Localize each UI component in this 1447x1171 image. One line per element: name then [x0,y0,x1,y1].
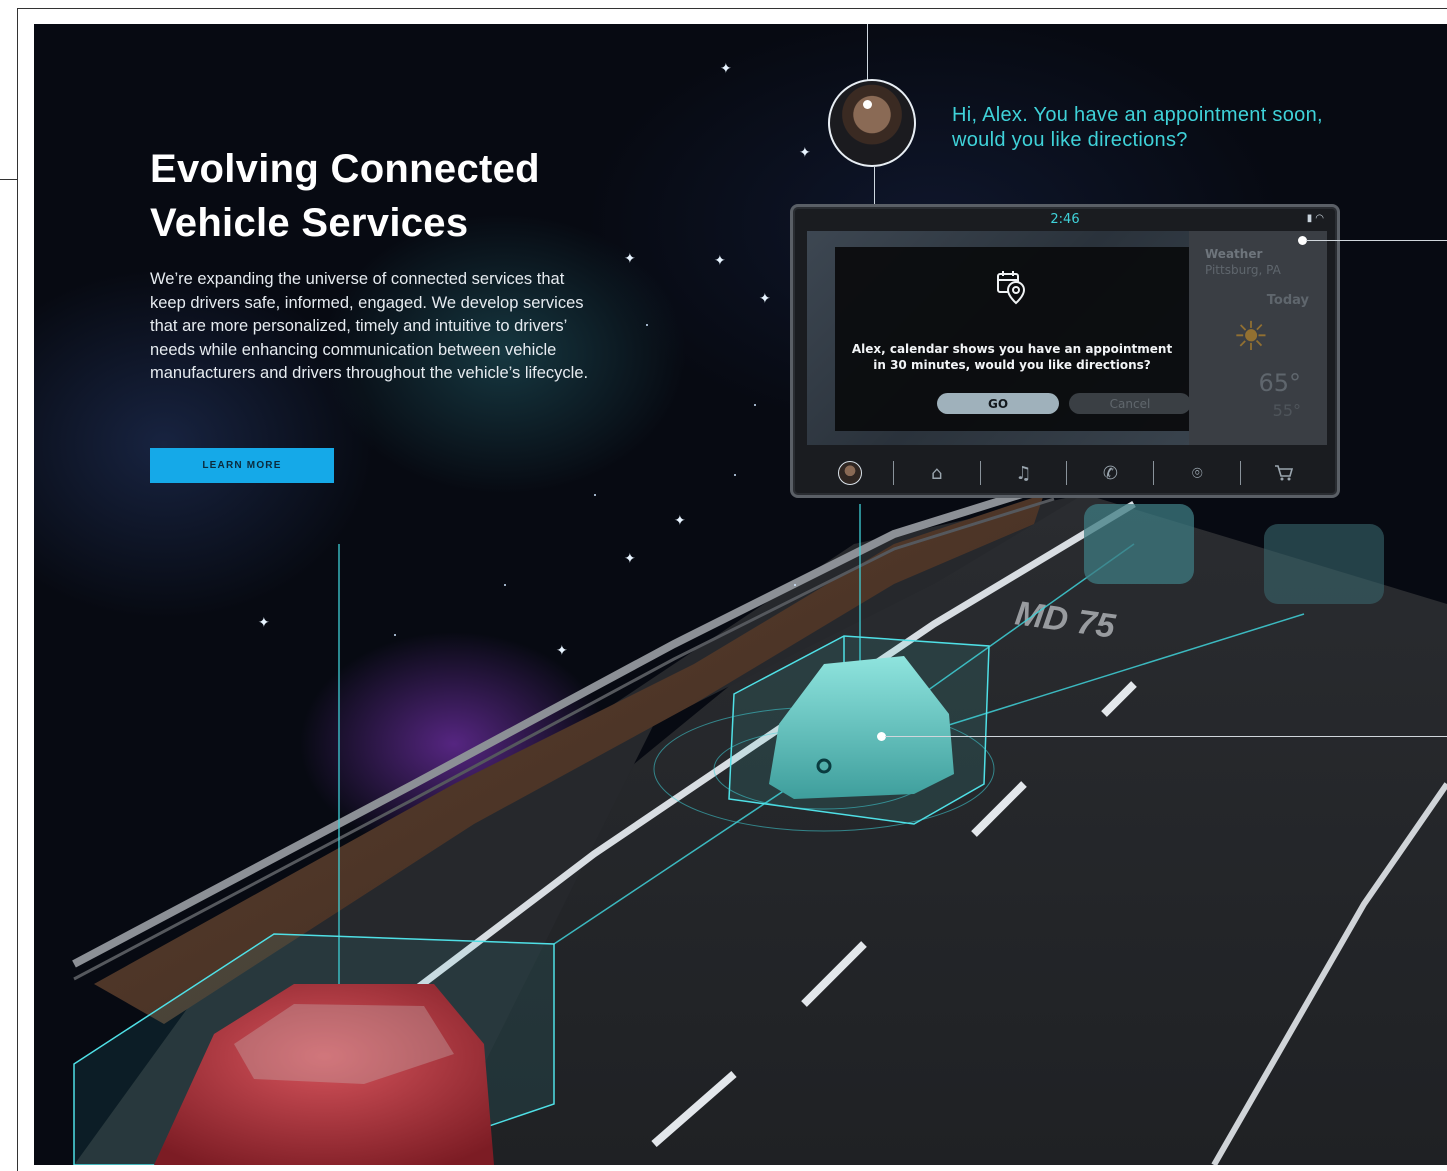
car-callout-line [885,736,1447,737]
frame-left-line [17,8,18,1171]
star-dot [754,404,756,406]
nav-location[interactable]: ⌾ [1154,459,1240,487]
screen-clock: 2:46 [1050,212,1080,227]
star-sparkle: ✦ [624,551,636,567]
status-icons: ▮◠ [1307,213,1327,224]
hero-copy: Evolving Connected Vehicle Services We’r… [150,142,610,386]
sun-icon: ☀ [1233,314,1269,360]
go-button[interactable]: GO [937,393,1059,414]
weather-day: Today [1266,293,1309,308]
far-car-2 [1264,524,1384,604]
nav-cart[interactable] [1241,459,1327,487]
hero-section: MD 75 ✦ ✦ ✦ ✦ ✦ ✦ ✦ ✦ ✦ Evolving Connect… [34,24,1447,1165]
phone-icon: ✆ [1102,462,1118,484]
infotainment-screen: 2:46 ▮◠ Weather Pittsburg, PA Today ☀ 65… [790,204,1340,498]
frame-left-stub [0,179,18,180]
weather-widget[interactable]: Weather Pittsburg, PA Today ☀ 65° 55° [1189,231,1327,445]
nav-profile[interactable] [807,459,893,487]
frame-top-line [17,8,1447,9]
nav-home[interactable]: ⌂ [894,459,980,487]
music-icon: ♫ [1015,462,1032,484]
star-dot [734,474,736,476]
far-car-1 [1084,504,1194,584]
avatar-callout-dot [863,100,872,109]
cancel-button[interactable]: Cancel [1069,393,1191,414]
nav-music[interactable]: ♫ [981,459,1067,487]
star-sparkle: ✦ [714,253,726,269]
appointment-dialog: Alex, calendar shows you have an appoint… [835,247,1191,431]
screen-status-bar: 2:46 ▮◠ [793,207,1337,231]
dialog-message: Alex, calendar shows you have an appoint… [851,342,1173,372]
star-sparkle: ✦ [799,145,811,161]
assistant-greeting: Hi, Alex. You have an appointment soon, … [952,104,1323,151]
hero-headline: Evolving Connected Vehicle Services [150,142,610,250]
star-sparkle: ✦ [556,643,568,659]
profile-avatar [837,461,862,485]
star-dot [394,634,396,636]
weather-title: Weather [1205,247,1263,261]
location-pin-icon: ⌾ [1191,462,1203,484]
nav-phone[interactable]: ✆ [1067,459,1153,487]
screen-nav-bar: ⌂ ♫ ✆ ⌾ [807,453,1327,493]
hero-body: We’re expanding the universe of connecte… [150,270,589,383]
cart-icon [1275,465,1294,481]
star-dot [594,494,596,496]
star-dot [504,584,506,586]
home-icon: ⌂ [931,462,943,484]
star-sparkle: ✦ [624,251,636,267]
weather-low: 55° [1272,401,1301,420]
avatar-connector-bottom [874,167,875,205]
hero-headline-line1: Evolving Connected [150,147,540,191]
star-sparkle: ✦ [759,291,771,307]
weather-high: 65° [1258,369,1301,397]
avatar-connector-top [867,24,868,80]
signal-icon: ▮ [1306,213,1316,224]
calendar-location-icon [835,269,1189,309]
star-dot [794,584,796,586]
weather-location: Pittsburg, PA [1205,263,1281,277]
learn-more-button[interactable]: LEARN MORE [150,448,334,483]
star-sparkle: ✦ [258,615,270,631]
wifi-icon: ◠ [1315,213,1327,224]
star-sparkle: ✦ [720,61,732,77]
weather-callout-line [1306,240,1447,241]
hero-headline-line2: Vehicle Services [150,201,469,245]
star-sparkle: ✦ [674,513,686,529]
driver-avatar[interactable] [828,79,916,167]
star-dot [646,324,648,326]
